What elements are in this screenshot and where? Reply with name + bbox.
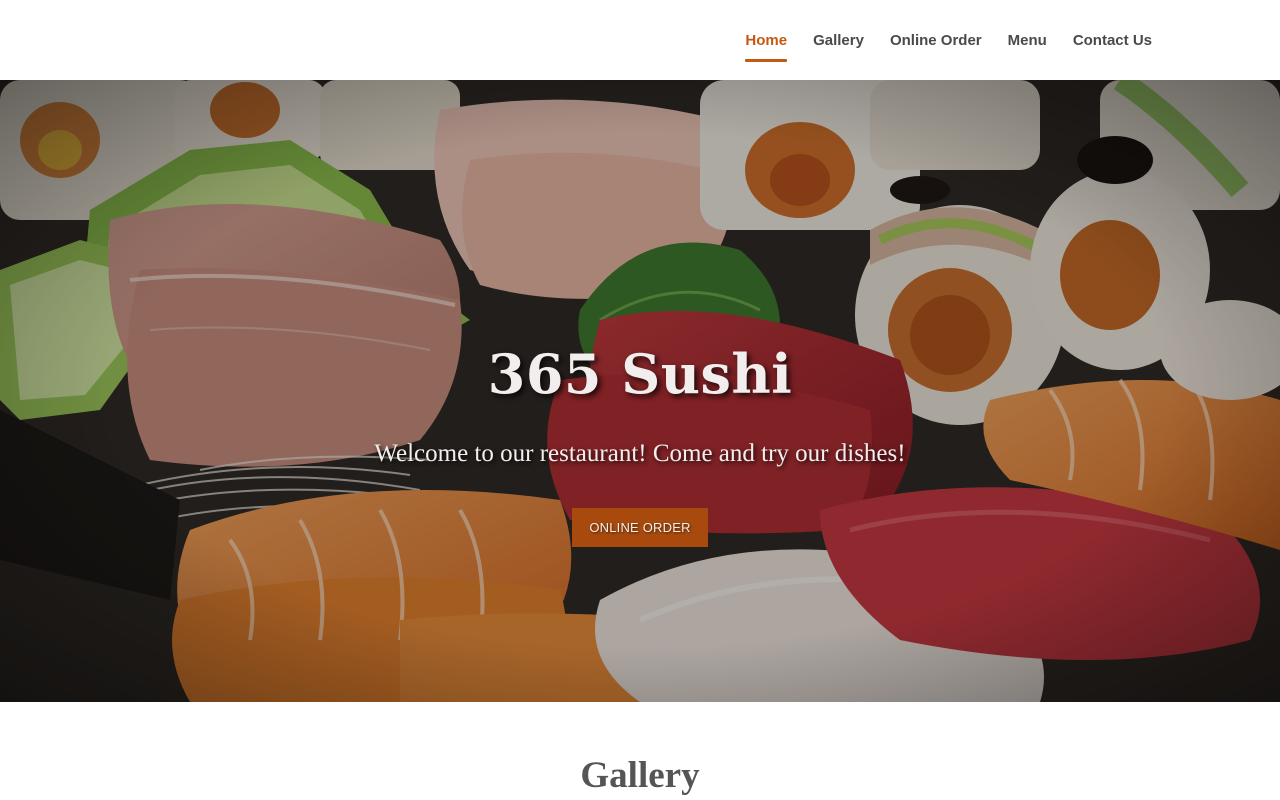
gallery-title: Gallery [580, 755, 700, 796]
hero-section: 365 Sushi Welcome to our restaurant! Com… [0, 80, 1280, 702]
online-order-button[interactable]: ONLINE ORDER [572, 508, 708, 547]
hero-subtitle: Welcome to our restaurant! Come and try … [374, 440, 906, 467]
nav-item-contact-us[interactable]: Contact Us [1073, 26, 1152, 55]
nav-item-home[interactable]: Home [745, 26, 787, 62]
nav-item-menu[interactable]: Menu [1008, 26, 1047, 55]
hero-title: 365 Sushi [487, 342, 793, 406]
nav-item-gallery[interactable]: Gallery [813, 26, 864, 55]
site-header: Home Gallery Online Order Menu Contact U… [0, 0, 1280, 80]
gallery-section: Gallery [0, 702, 1280, 800]
nav-item-online-order[interactable]: Online Order [890, 26, 982, 55]
main-nav: Home Gallery Online Order Menu Contact U… [719, 0, 1152, 80]
